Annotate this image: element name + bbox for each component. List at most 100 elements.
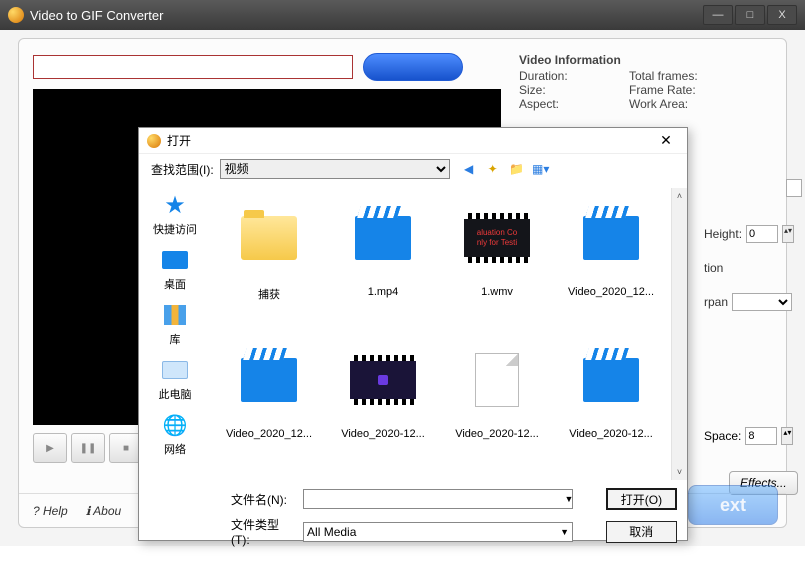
place-label: 库	[170, 331, 181, 347]
file-item[interactable]: 捕获	[215, 188, 323, 328]
vertical-scrollbar[interactable]: ˄ ˅	[671, 188, 687, 480]
video-path-input[interactable]	[33, 55, 353, 79]
desktop-icon	[160, 247, 190, 273]
totalframes-label: Total frames:	[629, 69, 698, 83]
workarea-label: Work Area:	[629, 97, 688, 111]
video-icon	[577, 352, 645, 408]
right-panel-partial: Height: ▴▾ tion rpan	[704, 189, 794, 329]
close-button[interactable]: X	[767, 5, 797, 25]
video-thumbnail-icon: aluation Conly for Testi	[463, 210, 531, 266]
partial-rpan-label: rpan	[704, 295, 728, 309]
video-info-header: Video Information	[519, 53, 698, 67]
app-icon	[8, 7, 24, 23]
file-grid[interactable]: 捕获1.mp4aluation Conly for Testi1.wmvVide…	[215, 188, 683, 480]
filetype-label: 文件类型(T):	[231, 516, 295, 547]
maximize-button[interactable]: □	[735, 5, 765, 25]
dialog-bottom: 文件名(N): ▼ 打开(O) 文件类型(T): All Media▼ 取消	[139, 484, 687, 561]
place-this-pc[interactable]: 此电脑	[145, 357, 205, 402]
space-input[interactable]	[745, 427, 777, 445]
next-button[interactable]: ext	[688, 485, 778, 525]
cancel-button[interactable]: 取消	[606, 521, 678, 543]
space-label: Space:	[704, 429, 741, 443]
file-name-label: Video_2020-12...	[569, 428, 653, 440]
video-icon	[349, 210, 417, 266]
file-item[interactable]: Video_2020_12...	[215, 330, 323, 470]
pc-icon	[160, 357, 190, 383]
places-bar: ★ 快捷访问 桌面 库 此电脑 🌐 网络	[139, 184, 211, 484]
place-label: 网络	[164, 441, 186, 457]
filename-label: 文件名(N):	[231, 491, 295, 508]
file-item[interactable]: 1.mp4	[329, 188, 437, 328]
duration-label: Duration:	[519, 69, 629, 83]
view-icon[interactable]: ▦▾	[532, 160, 550, 178]
folder-icon	[235, 210, 303, 266]
file-item[interactable]: Video_2020-12...	[557, 330, 665, 470]
main-window: Video to GIF Converter — □ X Video Infor…	[0, 0, 805, 546]
rpan-select[interactable]	[732, 293, 792, 311]
back-icon[interactable]: ◀	[460, 160, 478, 178]
open-dialog: 打开 ✕ 查找范围(I): 视频 ◀ ✦ 📁 ▦▾ ★ 快捷访问	[138, 127, 688, 541]
filetype-select[interactable]: All Media▼	[303, 522, 573, 542]
look-in-row: 查找范围(I): 视频 ◀ ✦ 📁 ▦▾	[139, 154, 687, 184]
look-in-label: 查找范围(I):	[151, 161, 214, 178]
file-item[interactable]: Video_2020-12...	[329, 330, 437, 470]
height-input[interactable]	[746, 225, 778, 243]
open-video-button[interactable]	[363, 53, 463, 81]
dialog-body: ★ 快捷访问 桌面 库 此电脑 🌐 网络	[139, 184, 687, 484]
dialog-close-button[interactable]: ✕	[653, 131, 679, 151]
app-title: Video to GIF Converter	[30, 8, 163, 23]
file-item[interactable]: aluation Conly for Testi1.wmv	[443, 188, 551, 328]
about-link[interactable]: ℹ Abou	[86, 504, 121, 518]
partial-select-1[interactable]	[786, 179, 802, 197]
video-icon	[577, 210, 645, 266]
place-label: 快捷访问	[153, 221, 197, 237]
file-item[interactable]: Video_2020_12...	[557, 188, 665, 328]
aspect-label: Aspect:	[519, 97, 629, 111]
space-row: Space: ▴▾	[704, 427, 793, 445]
place-library[interactable]: 库	[145, 302, 205, 347]
file-list-area: 捕获1.mp4aluation Conly for Testi1.wmvVide…	[211, 184, 687, 484]
stepper-icon[interactable]: ▴▾	[782, 225, 794, 243]
dialog-titlebar[interactable]: 打开 ✕	[139, 128, 687, 154]
scroll-up-icon[interactable]: ˄	[672, 188, 687, 204]
titlebar-left: Video to GIF Converter	[8, 7, 163, 23]
file-name-label: Video_2020_12...	[226, 428, 312, 440]
place-label: 桌面	[164, 276, 186, 292]
open-button[interactable]: 打开(O)	[606, 488, 677, 510]
new-folder-icon[interactable]: 📁	[508, 160, 526, 178]
library-icon	[160, 302, 190, 328]
pause-button[interactable]: ❚❚	[71, 433, 105, 463]
framerate-label: Frame Rate:	[629, 83, 696, 97]
play-button[interactable]: ▶	[33, 433, 67, 463]
dialog-title: 打开	[167, 132, 191, 149]
star-icon: ★	[160, 192, 190, 218]
titlebar[interactable]: Video to GIF Converter — □ X	[0, 0, 805, 30]
file-item[interactable]: Video_2020-12...	[443, 330, 551, 470]
place-desktop[interactable]: 桌面	[145, 247, 205, 292]
place-label: 此电脑	[159, 386, 192, 402]
place-quick-access[interactable]: ★ 快捷访问	[145, 192, 205, 237]
video-icon	[235, 352, 303, 408]
stepper-icon[interactable]: ▴▾	[781, 427, 793, 445]
size-label: Size:	[519, 83, 629, 97]
file-name-label: 1.mp4	[368, 286, 399, 298]
partial-tion-label: tion	[704, 261, 723, 275]
scroll-down-icon[interactable]: ˅	[672, 464, 687, 480]
file-name-label: Video_2020_12...	[568, 286, 654, 298]
video-info-block: Video Information Duration:Total frames:…	[519, 53, 698, 111]
filetype-value: All Media	[307, 525, 356, 539]
dialog-icon	[147, 134, 161, 148]
network-icon: 🌐	[160, 412, 190, 438]
video-thumbnail-icon	[349, 352, 417, 408]
height-label: Height:	[704, 227, 742, 241]
filename-input[interactable]	[303, 489, 573, 509]
look-in-select[interactable]: 视频	[220, 159, 450, 179]
up-icon[interactable]: ✦	[484, 160, 502, 178]
look-toolbar: ◀ ✦ 📁 ▦▾	[460, 160, 550, 178]
help-link[interactable]: ? Help	[33, 504, 68, 518]
window-controls: — □ X	[703, 5, 797, 25]
minimize-button[interactable]: —	[703, 5, 733, 25]
place-network[interactable]: 🌐 网络	[145, 412, 205, 457]
file-name-label: 捕获	[258, 286, 280, 302]
file-icon	[463, 352, 531, 408]
